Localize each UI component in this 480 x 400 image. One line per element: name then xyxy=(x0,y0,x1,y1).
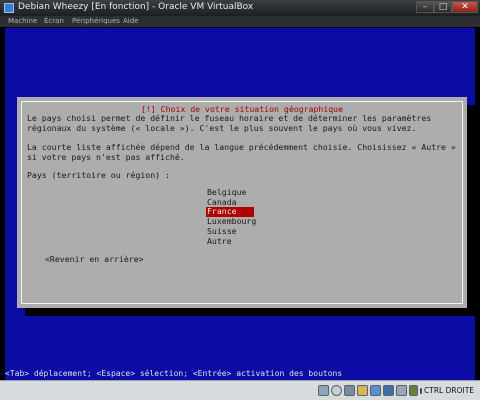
network-icon[interactable] xyxy=(370,385,381,396)
close-button[interactable]: ✕ xyxy=(452,1,478,13)
menu-aide[interactable]: Aide xyxy=(123,17,138,25)
country-prompt: Pays (territoire ou région) : xyxy=(27,170,170,180)
window-titlebar[interactable]: Debian Wheezy [En fonction] - Oracle VM … xyxy=(0,0,480,16)
capture-icon[interactable] xyxy=(396,385,407,396)
keyboard-capture-icon[interactable] xyxy=(420,388,422,394)
description-paragraph-1: Le pays choisi permet de définir le fuse… xyxy=(27,113,432,133)
maximize-button[interactable]: □ xyxy=(434,1,452,13)
menubar: Machine Écran Périphériques Aide xyxy=(0,16,480,27)
statusbar: CTRL DROITE xyxy=(0,380,480,400)
hard-disk-icon[interactable] xyxy=(318,385,329,396)
keyboard-help-line: <Tab> déplacement; <Espace> sélection; <… xyxy=(5,369,343,378)
host-key-label: CTRL DROITE xyxy=(424,386,475,395)
country-option-autre[interactable]: Autre xyxy=(206,236,257,247)
guest-screen[interactable]: [!] Choix de votre situation géographiqu… xyxy=(5,28,475,380)
optical-drive-icon[interactable] xyxy=(331,385,342,396)
virtualbox-app-icon xyxy=(4,3,14,13)
go-back-button[interactable]: <Revenir en arrière> xyxy=(45,254,144,264)
installer-dialog: [!] Choix de votre situation géographiqu… xyxy=(17,97,467,308)
usb-icon[interactable] xyxy=(344,385,355,396)
shared-folders-icon[interactable] xyxy=(357,385,368,396)
menu-machine[interactable]: Machine xyxy=(8,17,37,25)
country-list: Belgique Canada France Luxembourg Suisse… xyxy=(206,187,257,247)
display-icon[interactable] xyxy=(383,385,394,396)
description-paragraph-2: La courte liste affichée dépend de la la… xyxy=(27,142,456,162)
menu-peripheriques[interactable]: Périphériques xyxy=(72,17,120,25)
menu-ecran[interactable]: Écran xyxy=(44,17,64,25)
mouse-integration-icon[interactable] xyxy=(409,385,418,396)
window-title: Debian Wheezy [En fonction] - Oracle VM … xyxy=(18,2,254,12)
minimize-button[interactable]: – xyxy=(416,1,434,13)
